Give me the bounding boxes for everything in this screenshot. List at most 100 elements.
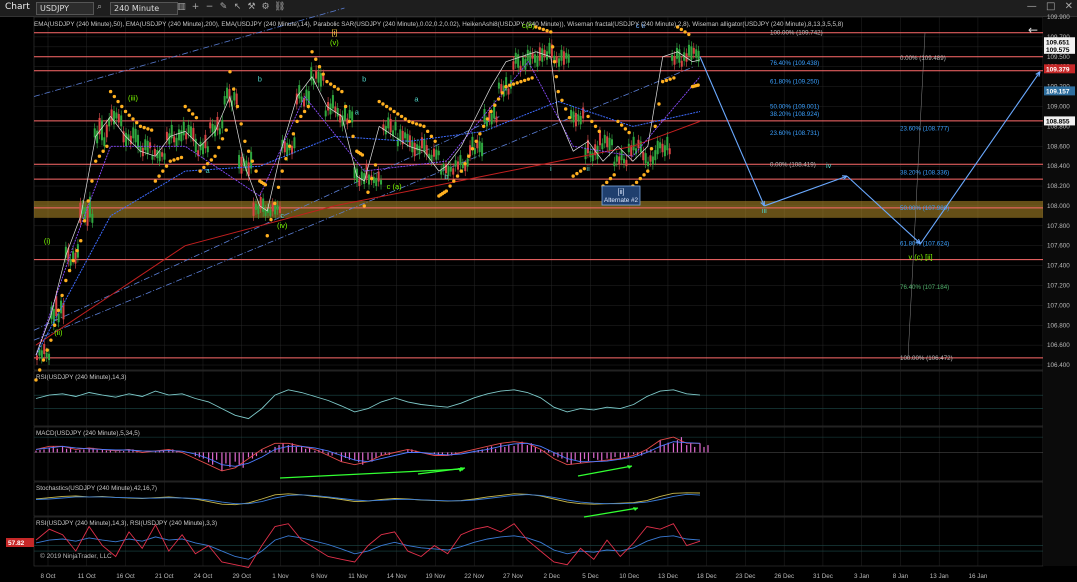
candle: [649, 155, 652, 162]
sar-dot: [220, 137, 225, 141]
fib-label: 0.00% (108.419): [770, 161, 816, 168]
back-arrow-icon[interactable]: ←: [1028, 23, 1038, 37]
sar-dot: [299, 114, 303, 119]
candle: [654, 150, 657, 161]
sar-dot: [287, 144, 292, 148]
sar-dot: [228, 69, 232, 74]
sar-dot: [325, 79, 329, 84]
sar-dot: [556, 89, 560, 94]
price-tick: 108.200: [1047, 183, 1070, 190]
candle: [442, 163, 445, 171]
sar-dot: [485, 117, 490, 121]
candle: [517, 54, 520, 68]
candle: [620, 150, 623, 161]
candle: [233, 92, 236, 101]
candle: [680, 60, 683, 67]
sar-dot: [612, 173, 616, 177]
fib-label: 61.80% (107.624): [900, 240, 949, 247]
sar-dot: [679, 27, 684, 32]
date-tick: 26 Dec: [774, 573, 794, 580]
sar-dot: [205, 161, 210, 166]
sar-dot: [176, 156, 180, 161]
price-tick: 106.800: [1047, 322, 1070, 329]
candle: [48, 353, 51, 361]
candle: [627, 143, 630, 153]
sar-dot: [265, 234, 269, 238]
candle: [598, 131, 601, 146]
date-tick: 5 Dec: [582, 573, 598, 580]
candle: [375, 177, 378, 187]
sar-dot: [474, 139, 478, 143]
sar-dot: [381, 102, 385, 106]
sar-dot: [302, 109, 307, 114]
sar-dot: [209, 158, 214, 162]
candle: [100, 120, 103, 141]
sar-dot: [549, 30, 553, 34]
candle: [526, 49, 529, 61]
candle: [661, 143, 664, 153]
sar-dot: [351, 134, 355, 139]
candle: [466, 158, 469, 167]
sar-dot: [377, 99, 381, 104]
wave-label: ii: [586, 164, 590, 173]
candle: [642, 151, 645, 161]
sar-dot: [146, 127, 150, 131]
candle: [440, 170, 443, 175]
candle: [158, 151, 161, 162]
panel-title: RSI(USDJPY (240 Minute),14,3): [36, 374, 127, 381]
candle: [423, 138, 426, 153]
wave-label: (iv): [277, 221, 288, 230]
candle: [608, 137, 611, 152]
candle: [404, 132, 407, 139]
sar-dot: [687, 32, 691, 37]
candle: [531, 52, 534, 59]
sar-dot: [52, 323, 57, 327]
sar-dot: [183, 104, 187, 109]
sar-dot: [467, 154, 471, 158]
candle: [134, 128, 137, 143]
candle: [348, 109, 351, 119]
sar-dot: [459, 169, 463, 173]
candle: [565, 52, 568, 59]
candle: [91, 213, 94, 223]
date-tick: 11 Oct: [78, 573, 96, 580]
sar-dot: [481, 124, 486, 129]
date-tick: 16 Jan: [968, 573, 987, 580]
date-tick: 2 Dec: [543, 573, 559, 580]
price-tag-label: 109.157: [1046, 88, 1070, 95]
left-value: 57.82: [8, 540, 25, 547]
sar-dot: [496, 97, 501, 101]
wave-label: v (c) [ii]: [908, 253, 932, 262]
candle: [534, 54, 537, 63]
sar-dot: [407, 119, 411, 124]
sar-dot: [530, 76, 534, 80]
sar-dot: [217, 145, 221, 150]
sar-dot: [168, 159, 172, 163]
candle: [673, 56, 676, 65]
wave-label: (v): [330, 38, 339, 47]
sar-dot: [455, 174, 460, 178]
sar-dot: [347, 119, 352, 124]
sar-dot: [179, 155, 184, 160]
chart-canvas[interactable]: 100.00% (109.742) 76.40% (109.438) 61.80% …: [0, 0, 1077, 582]
candle: [161, 152, 164, 157]
sar-dot: [550, 45, 555, 49]
wave-label: c (a): [387, 182, 403, 191]
price-tag-label: 109.379: [1046, 66, 1070, 73]
candle: [579, 115, 582, 125]
candle: [151, 155, 154, 160]
candle: [55, 296, 58, 317]
sar-dot: [164, 164, 169, 168]
sar-dot: [41, 358, 46, 362]
candle: [449, 167, 452, 172]
candle: [512, 61, 515, 70]
sar-dot: [500, 91, 504, 95]
candle: [276, 205, 279, 210]
candle: [286, 142, 289, 157]
candle: [117, 113, 120, 123]
sar-dot: [116, 99, 120, 104]
candle: [324, 110, 327, 117]
price-tick: 107.200: [1047, 282, 1070, 289]
candle: [223, 96, 226, 105]
candle: [613, 161, 616, 167]
